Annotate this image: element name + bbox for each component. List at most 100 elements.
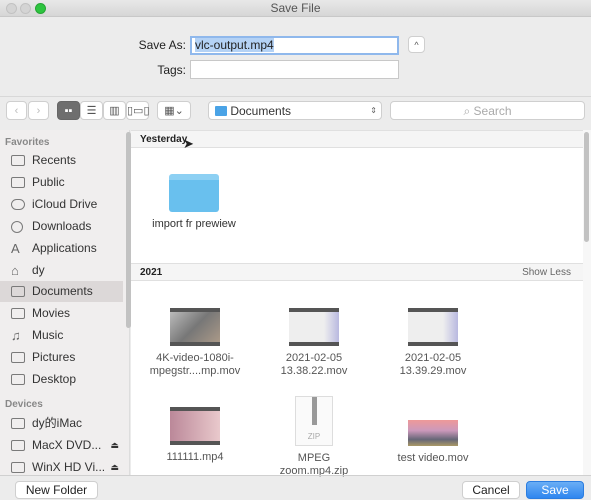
sidebar-item-desktop[interactable]: Desktop (0, 369, 123, 390)
folder-icon (11, 177, 25, 188)
minimize-window-button[interactable] (20, 3, 31, 14)
disk-icon (11, 440, 25, 451)
desktop-icon (11, 374, 25, 385)
sidebar-item-pictures[interactable]: Pictures (0, 347, 123, 368)
sidebar-item-documents[interactable]: Documents (0, 281, 123, 302)
chevron-updown-icon: ⇕ (370, 106, 377, 115)
folder-item[interactable]: import fr prewiew (139, 174, 249, 231)
sidebar-item-downloads[interactable]: Downloads (0, 216, 123, 237)
sidebar-label: Desktop (32, 372, 77, 386)
file-item[interactable]: ZIP MPEG zoom.mp4.zip (259, 396, 369, 478)
save-as-input[interactable]: vlc-output.mp4 (190, 36, 399, 55)
file-item[interactable]: 4K-video-1080i-mpegstr....mp.mov (140, 308, 250, 378)
sidebar-label: MacX DVD... (32, 438, 102, 452)
camera-icon (11, 352, 25, 363)
file-item[interactable]: test video.mov (378, 420, 488, 465)
sidebar-label: iCloud Drive (32, 197, 98, 211)
tags-label: Tags: (157, 63, 186, 77)
movies-icon (11, 308, 25, 319)
file-item[interactable]: 2021-02-05 13.39.29.mov (378, 308, 488, 378)
file-name: import fr prewiew (152, 218, 236, 230)
file-name: 111111.mp4 (166, 451, 224, 463)
sidebar-item-public[interactable]: Public (0, 172, 123, 193)
main-scrollbar-track (583, 130, 591, 475)
group-header-yesterday: Yesterday (131, 130, 583, 148)
search-icon: ⌕ (463, 104, 471, 118)
sidebar-label: Public (32, 175, 65, 189)
sidebar-label: dy (32, 263, 45, 277)
file-item[interactable]: 111111.mp4 (140, 407, 250, 464)
sidebar-item-icloud-drive[interactable]: iCloud Drive (0, 194, 123, 215)
sidebar-item-applications[interactable]: A Applications (0, 238, 123, 259)
show-less-link[interactable]: Show Less (522, 264, 571, 281)
cover-flow-button[interactable]: ▯▭▯ (126, 101, 150, 120)
chevron-left-icon: ‹ (14, 105, 19, 117)
file-item[interactable]: 2021-02-05 13.38.22.mov (259, 308, 369, 378)
cancel-button[interactable]: Cancel (462, 481, 520, 499)
arrange-button[interactable]: ▦⌄ (157, 101, 191, 120)
folder-icon (169, 174, 219, 212)
search-input[interactable]: ⌕ Search (390, 101, 585, 120)
disk-icon (11, 462, 25, 473)
search-placeholder: Search (473, 104, 512, 118)
tags-input[interactable] (190, 60, 399, 79)
file-name: mpegstr....mp.mov (149, 365, 241, 377)
group-title: 2021 (140, 267, 163, 278)
location-dropdown[interactable]: Documents ⇕ (208, 101, 382, 120)
save-as-value: vlc-output.mp4 (195, 38, 274, 52)
file-name: test video.mov (397, 452, 469, 464)
sidebar-label: Recents (32, 153, 77, 167)
main-scrollbar[interactable] (584, 132, 589, 242)
grid-icon: ▪▪ (64, 105, 73, 117)
video-thumbnail (289, 308, 339, 346)
sidebar-item-movies[interactable]: Movies (0, 303, 123, 324)
column-view-button[interactable]: ▥ (103, 101, 126, 120)
save-button[interactable]: Save (526, 481, 584, 499)
folder-icon (215, 106, 227, 116)
forward-button[interactable]: › (28, 101, 49, 120)
sidebar-label: Pictures (32, 350, 76, 364)
video-thumbnail (170, 308, 220, 346)
list-icon: ☰ (86, 105, 97, 117)
video-thumbnail (408, 420, 458, 446)
location-label: Documents (230, 104, 292, 118)
file-name: 13.39.29.mov (399, 365, 467, 377)
sidebar-item-dy[interactable]: ⌂ dy (0, 260, 123, 281)
file-name: 4K-video-1080i- (156, 352, 234, 364)
sidebar-item-imac[interactable]: dy的iMac (0, 413, 123, 434)
eject-icon[interactable]: ⏏ (110, 435, 119, 456)
mouse-cursor-icon: ➤ (183, 136, 194, 151)
favorites-header: Favorites (5, 137, 50, 148)
sidebar-item-music[interactable]: ♫ Music (0, 325, 123, 346)
sidebar-item-recents[interactable]: Recents (0, 150, 123, 171)
list-view-button[interactable]: ☰ (80, 101, 103, 120)
applications-icon: A (11, 241, 20, 256)
bottom-bar: New Folder Cancel Save (0, 475, 591, 500)
sidebar-label: WinX HD Vi... (32, 460, 106, 474)
downloads-icon (11, 221, 23, 233)
back-button[interactable]: ‹ (6, 101, 27, 120)
group-header-2021: 2021 Show Less (131, 263, 583, 281)
sidebar-label: Documents (32, 284, 93, 298)
group-title: Yesterday (140, 134, 188, 145)
cover-flow-icon: ▯▭▯ (127, 105, 150, 117)
title-bar[interactable]: Save File (0, 0, 591, 17)
grid-icon: ▦⌄ (164, 105, 184, 117)
zip-badge: ZIP (307, 432, 321, 441)
recents-icon (11, 155, 25, 166)
file-name: MPEG (297, 452, 331, 464)
icon-view-button[interactable]: ▪▪ (57, 101, 80, 120)
new-folder-button[interactable]: New Folder (15, 481, 98, 499)
window-title: Save File (270, 1, 321, 15)
sidebar-item-macx-dvd[interactable]: MacX DVD... ⏏ (0, 435, 123, 456)
expand-dialog-button[interactable]: ^ (408, 36, 425, 53)
sidebar-label: Movies (32, 306, 71, 320)
video-thumbnail (170, 407, 220, 445)
zoom-window-button[interactable] (35, 3, 46, 14)
chevron-up-icon: ^ (414, 40, 419, 50)
close-window-button[interactable] (6, 3, 17, 14)
save-form: Save As: vlc-output.mp4 ^ Tags: (0, 17, 591, 97)
save-as-label: Save As: (138, 38, 186, 52)
sidebar: Favorites Recents Public iCloud Drive Do… (0, 130, 131, 475)
sidebar-label: Downloads (32, 219, 92, 233)
